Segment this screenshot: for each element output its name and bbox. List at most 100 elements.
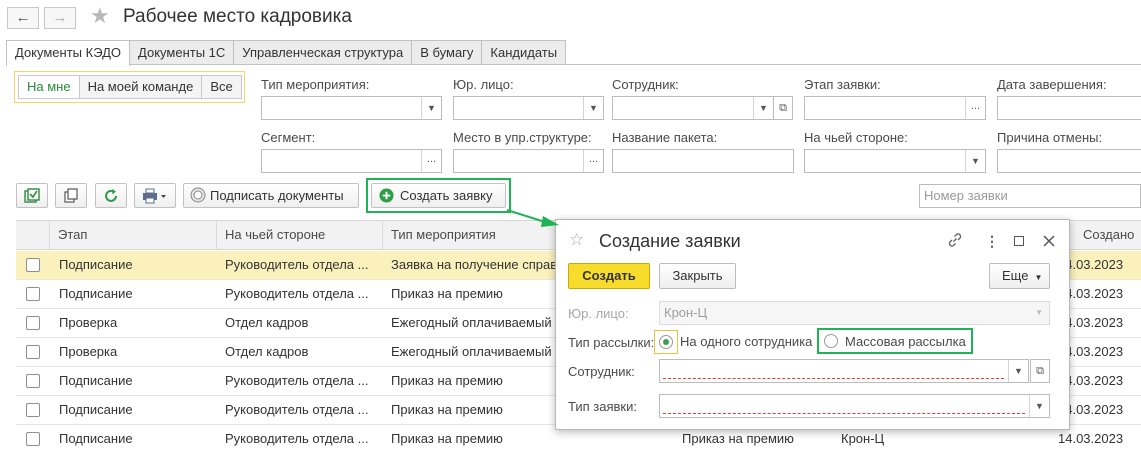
cancel-reason-field[interactable] — [997, 149, 1141, 173]
plus-circle-icon — [379, 188, 394, 203]
link-icon[interactable] — [947, 232, 963, 248]
maximize-icon[interactable] — [1014, 236, 1024, 246]
mailing-type-label: Тип рассылки: — [568, 335, 655, 350]
forward-button[interactable]: → — [44, 7, 76, 29]
cell-stage: Подписание — [59, 257, 133, 272]
refresh-button[interactable] — [95, 183, 127, 208]
legal-entity-field: Крон-Ц ▼ — [659, 301, 1050, 325]
more-vertical-icon[interactable]: ⋮ — [985, 233, 999, 249]
sign-seal-icon — [190, 187, 206, 203]
column-created[interactable]: Создано — [1064, 221, 1141, 249]
sign-documents-button[interactable]: Подписать документы — [183, 183, 359, 208]
page-title: Рабочее место кадровика — [123, 6, 352, 27]
tab-to-paper[interactable]: В бумагу — [411, 40, 483, 64]
cell-event: Приказ на премию — [391, 402, 503, 417]
dropdown-icon[interactable]: ▼ — [583, 97, 603, 119]
dialog-title: Создание заявки — [599, 231, 741, 251]
legal-entity-label: Юр. лицо: — [568, 306, 629, 321]
segment-on-me[interactable]: На мне — [18, 75, 80, 99]
ellipsis-icon[interactable]: ... — [421, 150, 441, 172]
cell-date: 14.03.2023 — [1058, 344, 1124, 359]
ellipsis-icon[interactable]: ... — [583, 150, 603, 172]
cell-stage: Проверка — [59, 315, 118, 330]
structure-place-field[interactable]: ... — [453, 149, 604, 173]
radio-single-employee[interactable] — [659, 335, 673, 349]
dropdown-icon[interactable]: ▼ — [753, 97, 773, 119]
create-button[interactable]: Создать — [568, 263, 650, 289]
cell-date: 14.03.2023 — [1058, 286, 1124, 301]
request-type-label: Тип заявки: — [568, 399, 637, 414]
segment-filter-label: Сегмент: — [261, 130, 316, 145]
segment-all[interactable]: Все — [201, 75, 242, 99]
cell-side: Руководитель отдела ... — [225, 402, 369, 417]
row-checkbox[interactable] — [26, 432, 40, 446]
tab-management-structure[interactable]: Управленческая структура — [233, 40, 413, 64]
radio-mass-mailing[interactable] — [824, 334, 838, 348]
option-single-label: На одного сотрудника — [680, 334, 813, 349]
legal-entity-value: Крон-Ц — [664, 305, 708, 320]
cell-side: Отдел кадров — [225, 315, 309, 330]
request-stage-field[interactable]: ... — [804, 96, 986, 120]
create-request-dialog: ☆ Создание заявки ⋮ Создать Закрыть Еще ▼… — [555, 219, 1070, 430]
segment-my-team[interactable]: На моей команде — [78, 75, 203, 99]
sign-documents-label: Подписать документы — [210, 188, 344, 203]
dropdown-icon: ▼ — [1034, 273, 1043, 282]
request-stage-label: Этап заявки: — [804, 77, 881, 92]
event-type-label: Тип мероприятия: — [261, 77, 370, 92]
print-button[interactable] — [134, 183, 176, 208]
segment-filter-field[interactable]: ... — [261, 149, 442, 173]
employee-field[interactable]: ▼ — [612, 96, 774, 120]
cell-event: Приказ на премию — [391, 431, 503, 446]
cell-side: Руководитель отдела ... — [225, 286, 369, 301]
legal-entity-field[interactable]: ▼ — [453, 96, 604, 120]
open-link-icon[interactable]: ⧉ — [773, 96, 793, 120]
whose-side-label: На чьей стороне: — [804, 130, 908, 145]
request-type-field[interactable]: ▼ — [659, 394, 1050, 418]
cell-date: 14.03.2023 — [1058, 315, 1124, 330]
more-button[interactable]: Еще ▼ — [989, 263, 1050, 289]
whose-side-field[interactable]: ▼ — [804, 149, 986, 173]
legal-entity-label: Юр. лицо: — [453, 77, 514, 92]
assignee-switch: На мне На моей команде Все — [14, 71, 245, 103]
row-checkbox[interactable] — [26, 316, 40, 330]
ellipsis-icon[interactable]: ... — [965, 97, 985, 119]
cell-side: Руководитель отдела ... — [225, 431, 369, 446]
select-all-button[interactable] — [16, 183, 48, 208]
cell-date: 14.03.2023 — [1058, 402, 1124, 417]
option-mass-label: Массовая рассылка — [845, 334, 966, 349]
package-name-field[interactable] — [612, 149, 794, 173]
favorite-star-icon[interactable]: ☆ — [569, 231, 584, 248]
column-whose-side[interactable]: На чьей стороне — [216, 221, 382, 249]
request-number-search[interactable]: Номер заявки — [919, 184, 1141, 208]
dropdown-icon[interactable]: ▼ — [421, 97, 441, 119]
favorite-star-icon[interactable]: ★ — [90, 5, 110, 27]
event-type-field[interactable]: ▼ — [261, 96, 442, 120]
connector-arrow-icon — [506, 209, 559, 227]
create-request-button[interactable]: Создать заявку — [371, 183, 506, 208]
structure-place-label: Место в упр.структуре: — [453, 130, 592, 145]
arrow-left-icon: ← — [15, 9, 31, 26]
dropdown-icon[interactable]: ▼ — [965, 150, 985, 172]
cell-stage: Подписание — [59, 373, 133, 388]
tab-1c-documents[interactable]: Документы 1С — [129, 40, 235, 64]
back-button[interactable]: ← — [7, 7, 39, 29]
copy-icon — [64, 188, 78, 203]
employee-field[interactable]: ▼ — [659, 359, 1029, 383]
tab-kedo-documents[interactable]: Документы КЭДО — [6, 40, 131, 66]
tab-candidates[interactable]: Кандидаты — [481, 40, 567, 64]
open-link-icon[interactable]: ⧉ — [1030, 359, 1050, 383]
employee-label: Сотрудник: — [612, 77, 679, 92]
cell-stage: Проверка — [59, 344, 118, 359]
close-icon[interactable] — [1043, 235, 1055, 247]
row-checkbox[interactable] — [26, 345, 40, 359]
end-date-field[interactable] — [997, 96, 1141, 120]
row-checkbox[interactable] — [26, 258, 40, 272]
copy-button[interactable] — [55, 183, 87, 208]
close-button[interactable]: Закрыть — [659, 263, 736, 289]
column-stage[interactable]: Этап — [49, 221, 217, 249]
row-checkbox[interactable] — [26, 287, 40, 301]
dropdown-icon[interactable]: ▼ — [1008, 360, 1028, 382]
row-checkbox[interactable] — [26, 374, 40, 388]
row-checkbox[interactable] — [26, 403, 40, 417]
dropdown-icon[interactable]: ▼ — [1029, 395, 1049, 417]
